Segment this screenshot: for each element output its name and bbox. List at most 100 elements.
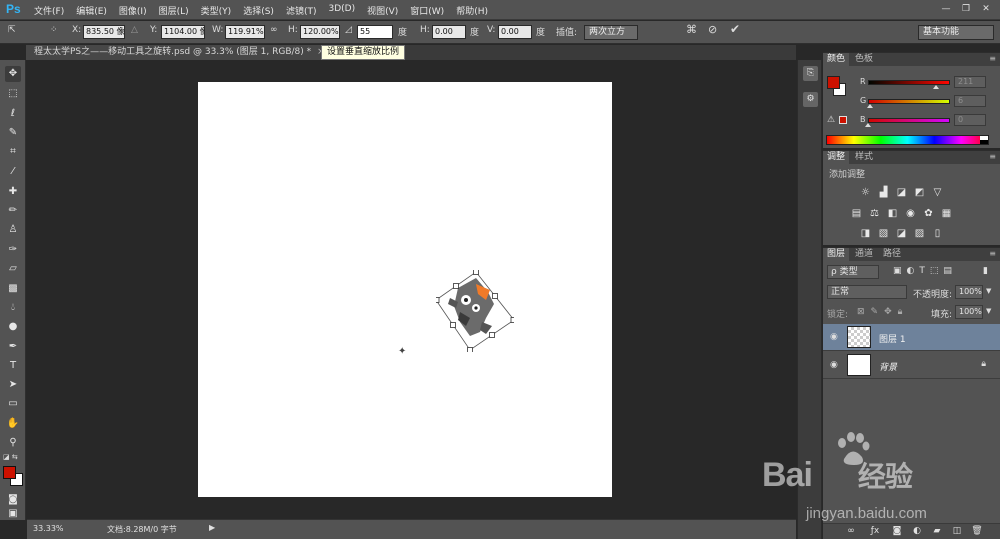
brush-tool-icon[interactable]: ✏ <box>5 203 21 219</box>
panel-menu-icon[interactable]: ≡ <box>989 249 996 258</box>
fill-dropdown-icon[interactable]: ▼ <box>986 307 991 315</box>
panel-menu-icon[interactable]: ≡ <box>989 54 996 63</box>
visibility-eye-icon[interactable]: ◉ <box>830 360 838 370</box>
lasso-tool-icon[interactable]: ℓ <box>5 106 21 122</box>
blur-tool-icon[interactable]: 💧︎ <box>5 300 21 316</box>
blue-slider-thumb[interactable] <box>865 123 871 127</box>
tab-swatches[interactable]: 色板 <box>851 53 877 66</box>
menu-help[interactable]: 帮助(H) <box>456 4 488 17</box>
menu-filter[interactable]: 滤镜(T) <box>286 4 317 17</box>
posterize-icon[interactable]: ▧ <box>877 228 890 240</box>
vibrance-icon[interactable]: ▽ <box>931 187 944 199</box>
menu-view[interactable]: 视图(V) <box>367 4 398 17</box>
menu-type[interactable]: 类型(Y) <box>201 4 232 17</box>
opacity-dropdown-icon[interactable]: ▼ <box>986 287 991 295</box>
delete-layer-icon[interactable]: 🗑︎ <box>971 526 983 536</box>
vertical-skew-field[interactable]: 0.00 <box>498 25 532 39</box>
photo-filter-icon[interactable]: ◉ <box>904 208 917 220</box>
horizontal-skew-field[interactable]: 0.00 <box>432 25 466 39</box>
new-group-icon[interactable]: ▰ <box>931 526 943 536</box>
history-panel-icon[interactable]: ⎘ <box>803 66 818 81</box>
close-button[interactable]: ✕ <box>978 2 994 16</box>
status-menu-arrow-icon[interactable]: ▶ <box>209 523 215 532</box>
hue-saturation-icon[interactable]: ▤ <box>850 208 863 220</box>
visibility-eye-icon[interactable]: ◉ <box>830 332 838 342</box>
menu-3d[interactable]: 3D(D) <box>328 4 355 17</box>
commit-transform-icon[interactable]: ✔ <box>730 22 740 36</box>
workspace-select[interactable]: 基本功能 <box>918 25 994 40</box>
zoom-tool-icon[interactable]: ⚲ <box>5 435 21 451</box>
eraser-tool-icon[interactable]: ▱ <box>5 261 21 277</box>
rotation-angle-field[interactable]: 55 <box>357 25 393 39</box>
red-value[interactable]: 211 <box>954 76 986 88</box>
default-colors-icon[interactable]: ◪ ⇆ <box>3 453 18 461</box>
rectangle-tool-icon[interactable]: ▭ <box>5 396 21 412</box>
new-adjustment-icon[interactable]: ◐ <box>911 526 923 536</box>
reference-point-icon[interactable]: ⁘ <box>50 25 57 35</box>
layer-mask-icon[interactable]: ◙ <box>891 526 903 536</box>
color-spectrum[interactable] <box>826 135 989 145</box>
brightness-contrast-icon[interactable]: ☼ <box>859 187 872 199</box>
layer-filter-select[interactable]: ρ 类型 <box>827 265 879 279</box>
minimize-button[interactable]: — <box>938 2 954 16</box>
curves-icon[interactable]: ◪ <box>895 187 908 199</box>
menu-select[interactable]: 选择(S) <box>243 4 274 17</box>
tab-paths[interactable]: 路径 <box>879 248 905 261</box>
threshold-icon[interactable]: ◪ <box>895 228 908 240</box>
red-slider-thumb[interactable] <box>932 85 939 89</box>
width-scale-field[interactable]: 119.91% <box>225 25 265 39</box>
menu-window[interactable]: 窗口(W) <box>410 4 444 17</box>
link-icon[interactable]: ∞ <box>270 25 278 35</box>
levels-icon[interactable]: ▟ <box>877 187 890 199</box>
x-field[interactable]: 835.50 像素 <box>83 25 125 39</box>
blue-value[interactable]: 0 <box>954 114 986 126</box>
blend-mode-select[interactable]: 正常 <box>827 285 907 299</box>
y-field[interactable]: 1104.00 像素 <box>161 25 205 39</box>
layer-filter-icons[interactable]: ▣◐T⬚▤ <box>893 266 957 276</box>
selective-color-icon[interactable]: ▨ <box>913 228 926 240</box>
foreground-color-swatch[interactable] <box>3 466 16 479</box>
tab-styles[interactable]: 样式 <box>851 151 877 164</box>
invert-icon[interactable]: ◨ <box>859 228 872 240</box>
layer-row-background[interactable]: ◉ 背景 🔒︎ <box>823 352 1000 379</box>
menu-file[interactable]: 文件(F) <box>34 4 64 17</box>
interpolation-select[interactable]: 两次立方 <box>584 25 638 40</box>
free-transform-box[interactable] <box>436 270 514 352</box>
quick-select-tool-icon[interactable]: ✎ <box>5 125 21 141</box>
warp-mode-icon[interactable]: ⌘ <box>686 23 697 36</box>
blue-slider[interactable] <box>868 118 950 123</box>
gamut-warning-icon[interactable]: ⚠ <box>827 115 835 125</box>
tab-layers[interactable]: 图层 <box>823 248 850 261</box>
color-balance-icon[interactable]: ⚖ <box>868 208 881 220</box>
tab-adjustments[interactable]: 调整 <box>823 151 850 164</box>
gradient-map-icon[interactable]: ▯ <box>931 228 944 240</box>
path-select-tool-icon[interactable]: ➤ <box>5 377 21 393</box>
green-slider[interactable] <box>868 99 950 104</box>
layer-row-layer1[interactable]: ◉ 图层 1 <box>823 324 1000 351</box>
hand-tool-icon[interactable]: ✋ <box>5 416 21 432</box>
relative-position-icon[interactable]: △ <box>131 25 138 35</box>
document-tab[interactable]: 程太太学PS之——移动工具之旋转.psd @ 33.3% (图层 1, RGB/… <box>26 45 333 60</box>
history-brush-tool-icon[interactable]: ✑ <box>5 242 21 258</box>
clone-stamp-tool-icon[interactable]: ♙ <box>5 222 21 238</box>
quick-mask-icon[interactable]: ◙ <box>5 492 21 508</box>
new-layer-icon[interactable]: ◫ <box>951 526 963 536</box>
crop-tool-icon[interactable]: ⌗ <box>5 144 21 160</box>
pen-tool-icon[interactable]: ✒ <box>5 339 21 355</box>
restore-button[interactable]: ❐ <box>958 2 974 16</box>
tab-channels[interactable]: 通道 <box>851 248 877 261</box>
green-value[interactable]: 6 <box>954 95 986 107</box>
tab-color[interactable]: 颜色 <box>823 53 850 66</box>
healing-brush-tool-icon[interactable]: ✚ <box>5 184 21 200</box>
eyedropper-tool-icon[interactable]: ⁄ <box>5 164 21 180</box>
type-tool-icon[interactable]: T <box>5 358 21 374</box>
fill-field[interactable]: 100% <box>955 305 983 319</box>
lock-options-icons[interactable]: ⊠✎✥🔒︎ <box>857 307 908 317</box>
opacity-field[interactable]: 100% <box>955 285 983 299</box>
color-lookup-icon[interactable]: ▦ <box>940 208 953 220</box>
properties-panel-icon[interactable]: ⚙ <box>803 92 818 107</box>
fg-color-swatch[interactable] <box>827 76 840 89</box>
gradient-tool-icon[interactable]: ▩ <box>5 281 21 297</box>
move-tool-icon[interactable]: ✥ <box>5 66 21 82</box>
channel-mixer-icon[interactable]: ✿ <box>922 208 935 220</box>
